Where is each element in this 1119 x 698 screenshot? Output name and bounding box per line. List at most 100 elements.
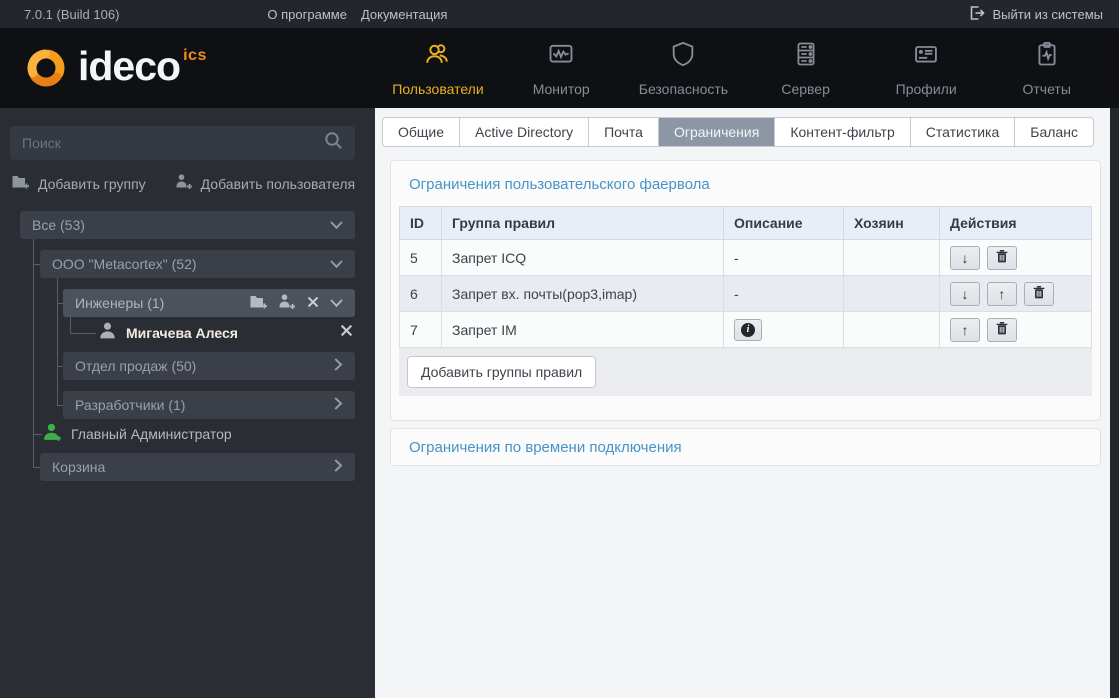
info-button[interactable]: i: [734, 318, 762, 341]
add-subgroup-icon[interactable]: [250, 294, 268, 313]
logo-swirl-icon: [24, 46, 68, 95]
search-box[interactable]: [10, 126, 355, 160]
info-icon: i: [741, 322, 755, 337]
chevron-right-icon[interactable]: [334, 397, 343, 413]
delete-user-icon[interactable]: [340, 324, 353, 342]
trash-icon: [996, 321, 1008, 338]
table-row: 7 Запрет IM i ↑: [399, 311, 1092, 348]
tree-group-all[interactable]: Все (53): [20, 211, 355, 239]
nav-label-security: Безопасность: [638, 80, 729, 97]
time-restrictions-panel: Ограничения по времени подключения: [390, 428, 1101, 466]
add-user-to-group-icon[interactable]: [279, 293, 296, 313]
tab-statistics[interactable]: Статистика: [911, 118, 1016, 146]
tab-mail[interactable]: Почта: [589, 118, 659, 146]
column-header-actions: Действия: [939, 206, 1092, 240]
search-input[interactable]: [22, 135, 324, 151]
cell-owner: [843, 275, 940, 312]
main-content: Общие Active Directory Почта Ограничения…: [375, 108, 1110, 698]
tree-group-sales[interactable]: Отдел продаж (50): [63, 352, 355, 380]
move-down-button[interactable]: ↓: [950, 281, 980, 306]
delete-button[interactable]: [1023, 281, 1054, 306]
tree-connector: [70, 317, 71, 333]
header: ideco ics Пользователи Монитор Безопасно…: [0, 28, 1119, 108]
monitor-icon: [546, 40, 576, 73]
nav-item-security[interactable]: Безопасность: [639, 40, 728, 97]
nav-item-users[interactable]: Пользователи: [392, 40, 484, 97]
chevron-down-icon[interactable]: [330, 295, 343, 311]
delete-group-icon[interactable]: [307, 295, 319, 311]
nav-item-reports[interactable]: Отчеты: [1004, 40, 1090, 97]
column-header-id: ID: [399, 206, 442, 240]
chevron-right-icon[interactable]: [334, 358, 343, 374]
cell-owner: [843, 239, 940, 276]
documentation-link[interactable]: Документация: [361, 7, 448, 22]
delete-button[interactable]: [986, 245, 1017, 270]
move-up-button[interactable]: ↑: [986, 281, 1017, 306]
tab-restrictions[interactable]: Ограничения: [658, 118, 776, 146]
cell-actions: ↑: [939, 311, 1092, 348]
add-group-button[interactable]: Добавить группу: [12, 174, 146, 193]
users-icon: [423, 40, 453, 73]
firewall-rules-table: ID Группа правил Описание Хозяин Действи…: [399, 206, 1092, 348]
search-icon[interactable]: [324, 131, 343, 155]
tree-group-engineers[interactable]: Инженеры (1): [63, 289, 355, 317]
nav-item-server[interactable]: Сервер: [763, 40, 849, 97]
topbar: 7.0.1 (Build 106) О программе Документац…: [0, 0, 1119, 28]
tree-group-sales-label: Отдел продаж (50): [75, 358, 197, 374]
add-group-icon: [12, 174, 30, 193]
nav-item-profiles[interactable]: Профили: [883, 40, 969, 97]
cell-group: Запрет ICQ: [441, 239, 724, 276]
add-group-label: Добавить группу: [38, 175, 146, 192]
tree-user-item[interactable]: Мигачева Алеся: [98, 320, 355, 346]
arrow-down-icon: ↓: [961, 249, 969, 266]
nav-label-profiles: Профили: [895, 80, 957, 97]
chevron-right-icon[interactable]: [334, 459, 343, 475]
tab-general[interactable]: Общие: [383, 118, 461, 146]
tree-group-trash[interactable]: Корзина: [40, 453, 355, 481]
logo[interactable]: ideco ics: [24, 44, 207, 95]
about-link[interactable]: О программе: [267, 7, 347, 22]
chevron-down-icon[interactable]: [330, 256, 343, 272]
logo-suffix: ics: [183, 47, 207, 64]
nav-label-users: Пользователи: [392, 80, 484, 97]
cell-id: 7: [399, 311, 442, 348]
column-header-owner: Хозяин: [843, 206, 940, 240]
cell-id: 6: [399, 275, 442, 312]
cell-description: -: [723, 275, 844, 312]
tree-user-label: Мигачева Алеся: [126, 325, 238, 341]
chevron-down-icon[interactable]: [330, 217, 343, 233]
cell-description: i: [723, 311, 844, 348]
tab-active-directory[interactable]: Active Directory: [460, 118, 590, 146]
cell-owner: [843, 311, 940, 348]
tab-content-filter[interactable]: Контент-фильтр: [775, 118, 911, 146]
add-user-button[interactable]: Добавить пользователя: [176, 174, 355, 193]
server-icon: [791, 40, 821, 73]
tree-group-developers[interactable]: Разработчики (1): [63, 391, 355, 419]
move-up-button[interactable]: ↑: [950, 317, 980, 342]
logout-button[interactable]: Выйти из системы: [969, 5, 1103, 24]
user-icon: [98, 321, 117, 345]
nav-item-monitor[interactable]: Монитор: [518, 40, 604, 97]
time-panel-title[interactable]: Ограничения по времени подключения: [391, 439, 700, 456]
add-user-icon: [176, 174, 193, 193]
version-label: 7.0.1 (Build 106): [24, 6, 120, 22]
trash-icon: [996, 249, 1008, 266]
tab-balance[interactable]: Баланс: [1015, 118, 1093, 146]
tree-connector: [33, 467, 40, 468]
arrow-up-icon: ↑: [961, 321, 969, 338]
delete-button[interactable]: [986, 317, 1017, 342]
table-footer: Добавить группы правил: [399, 348, 1092, 396]
firewall-panel-title[interactable]: Ограничения пользовательского фаервола: [391, 161, 1100, 206]
logo-brand: ideco: [78, 43, 181, 89]
add-rule-group-button[interactable]: Добавить группы правил: [407, 356, 597, 388]
tree-connector: [33, 434, 42, 435]
tree-admin-item[interactable]: Главный Администратор: [42, 421, 342, 447]
cell-group: Запрет IM: [441, 311, 724, 348]
trash-icon: [1033, 285, 1045, 302]
table-header-row: ID Группа правил Описание Хозяин Действи…: [399, 206, 1092, 240]
tree-group-trash-label: Корзина: [52, 459, 106, 475]
move-down-button[interactable]: ↓: [950, 245, 980, 270]
cell-group: Запрет вх. почты(pop3,imap): [441, 275, 724, 312]
tree-group-company[interactable]: ООО "Metacortex" (52): [40, 250, 355, 278]
tree-connector: [33, 264, 40, 265]
